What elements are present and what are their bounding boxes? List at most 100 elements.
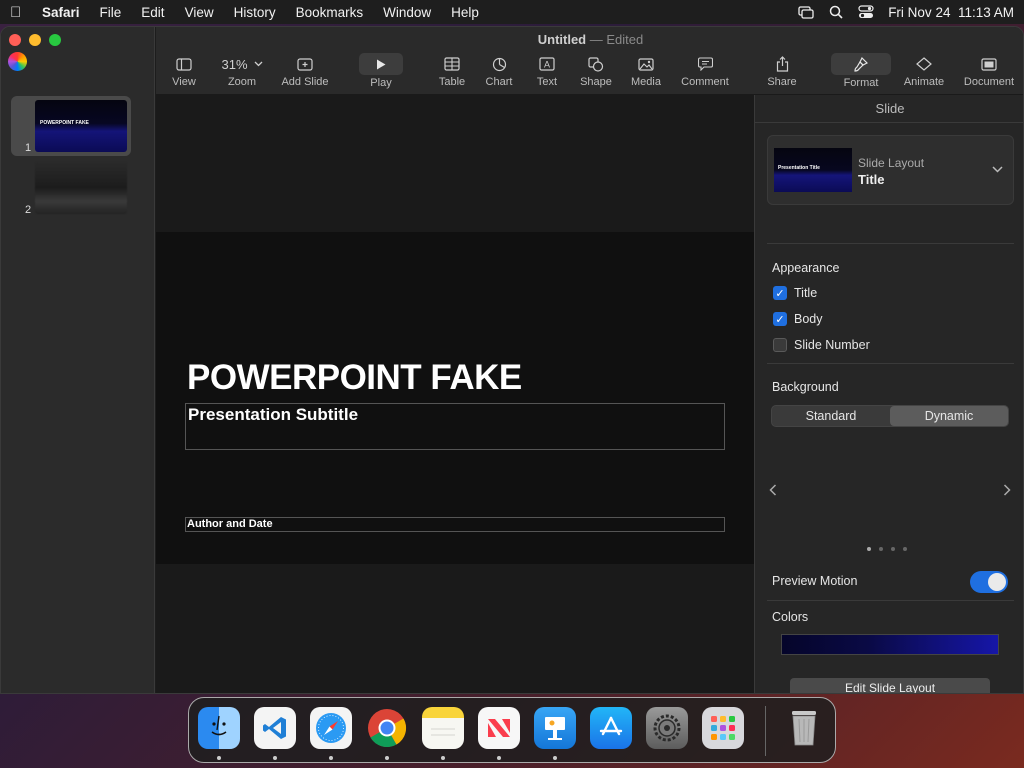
menu-history[interactable]: History [224,5,286,20]
title-checkbox-row[interactable]: ✓ Title [773,286,817,300]
screen-mirroring-icon[interactable] [798,5,814,19]
slide-thumb-image: POWERPOINT FAKE [35,100,127,152]
page-indicator [867,547,907,551]
keynote-icon[interactable] [534,707,576,749]
menu-bookmarks[interactable]: Bookmarks [286,5,374,20]
format-inspector: Slide Presentation Title Slide Layout Ti… [754,95,1023,693]
menu-app-safari[interactable]: Safari [36,5,90,20]
slide[interactable]: POWERPOINT FAKE Presentation Subtitle Au… [156,232,754,564]
chart-icon [483,55,515,73]
zoom-dropdown[interactable]: 31% [214,55,270,73]
media-icon [628,55,664,73]
layout-thumb-title: Presentation Title [778,165,820,171]
menu-edit[interactable]: Edit [131,5,174,20]
news-icon[interactable] [478,707,520,749]
chevron-right-icon[interactable] [1003,483,1011,499]
menu-help[interactable]: Help [441,5,489,20]
format-button[interactable]: Format [831,53,891,89]
segment-dynamic[interactable]: Dynamic [890,406,1008,426]
fullscreen-button[interactable] [49,34,61,46]
share-icon [765,55,799,73]
trash-icon[interactable] [783,707,825,749]
body-checkbox-row[interactable]: ✓ Body [773,312,823,326]
finder-icon[interactable] [198,707,240,749]
search-icon[interactable] [828,5,844,19]
slide-title[interactable]: POWERPOINT FAKE [187,358,522,398]
segment-standard[interactable]: Standard [772,406,890,426]
chart-button[interactable]: Chart [483,55,515,88]
subtitle-textbox[interactable]: Presentation Subtitle [185,403,725,450]
zoom-label: Zoom [227,76,257,88]
launchpad-icon[interactable] [702,707,744,749]
page-dot[interactable] [891,547,895,551]
slide-layout-label: Slide Layout [858,156,925,170]
slide-layout-value: Title [858,172,885,187]
shape-button[interactable]: Shape [578,55,614,88]
slide-layout-picker[interactable]: Presentation Title Slide Layout Title [767,135,1014,205]
minimize-button[interactable] [29,34,41,46]
edit-slide-layout-button[interactable]: Edit Slide Layout [790,678,990,693]
slide-thumbnail-1[interactable]: 1 POWERPOINT FAKE [11,96,131,156]
system-settings-icon[interactable] [646,707,688,749]
divider [767,243,1014,244]
animate-button[interactable]: Animate [901,55,947,88]
comment-button[interactable]: Comment [677,55,733,88]
slide-subtitle: Presentation Subtitle [188,405,359,424]
menu-window[interactable]: Window [373,5,441,20]
slide-author-date: Author and Date [187,518,273,530]
divider [767,600,1014,601]
media-button[interactable]: Media [628,55,664,88]
svg-text:A: A [544,60,550,70]
running-indicator [385,756,389,760]
slide-number: 2 [25,204,32,216]
close-button[interactable] [9,34,21,46]
notes-icon[interactable] [422,707,464,749]
document-status: Edited [606,32,644,47]
control-center-icon[interactable] [858,5,874,19]
share-button[interactable]: Share [765,55,799,88]
document-name: Untitled [537,32,587,47]
slide-navigator: 1 POWERPOINT FAKE 2 [1,27,155,693]
checkbox-checked[interactable]: ✓ [773,312,787,326]
running-indicator [441,756,445,760]
app-store-icon[interactable] [590,707,632,749]
menu-file[interactable]: File [90,5,132,20]
shape-label: Shape [580,76,612,88]
paintbrush-icon [831,53,891,75]
checkbox-checked[interactable]: ✓ [773,286,787,300]
color-wheel-icon[interactable] [8,52,27,71]
vscode-icon[interactable] [254,707,296,749]
page-dot[interactable] [903,547,907,551]
menu-clock[interactable]: Fri Nov 24 11:13 AM [888,5,1014,20]
preview-motion-toggle[interactable] [970,571,1008,593]
chrome-icon[interactable] [366,707,408,749]
page-dot[interactable] [867,547,871,551]
menu-view[interactable]: View [175,5,224,20]
document-button[interactable]: Document [960,55,1018,88]
play-button[interactable]: Play [359,53,403,89]
checkbox-unchecked[interactable] [773,338,787,352]
chevron-left-icon[interactable] [769,483,777,499]
safari-icon[interactable] [310,707,352,749]
zoom-control[interactable]: 31% Zoom [214,55,270,88]
slide-thumbnail-2[interactable]: 2 [11,158,131,218]
menu-status-area: Fri Nov 24 11:13 AM [798,5,1014,20]
apple-icon[interactable]:  [10,4,36,21]
slide-canvas[interactable]: POWERPOINT FAKE Presentation Subtitle Au… [156,95,754,693]
add-slide-icon [278,55,332,73]
layout-thumbnail: Presentation Title [774,148,852,192]
color-gradient-bar[interactable] [781,634,999,655]
background-heading: Background [772,380,839,394]
running-indicator [273,756,277,760]
inspector-title: Slide [755,95,1023,123]
author-textbox[interactable]: Author and Date [185,517,725,532]
add-slide-button[interactable]: Add Slide [278,55,332,88]
view-button[interactable]: View [170,55,198,88]
slide-number-checkbox-row[interactable]: Slide Number [773,338,870,352]
chevron-down-icon[interactable] [992,162,1003,176]
table-button[interactable]: Table [436,55,468,88]
page-dot[interactable] [879,547,883,551]
keynote-window: 1 POWERPOINT FAKE 2 Untitled — Edited Vi… [0,26,1024,694]
text-button[interactable]: A Text [532,55,562,88]
slide-number: 1 [25,142,32,154]
